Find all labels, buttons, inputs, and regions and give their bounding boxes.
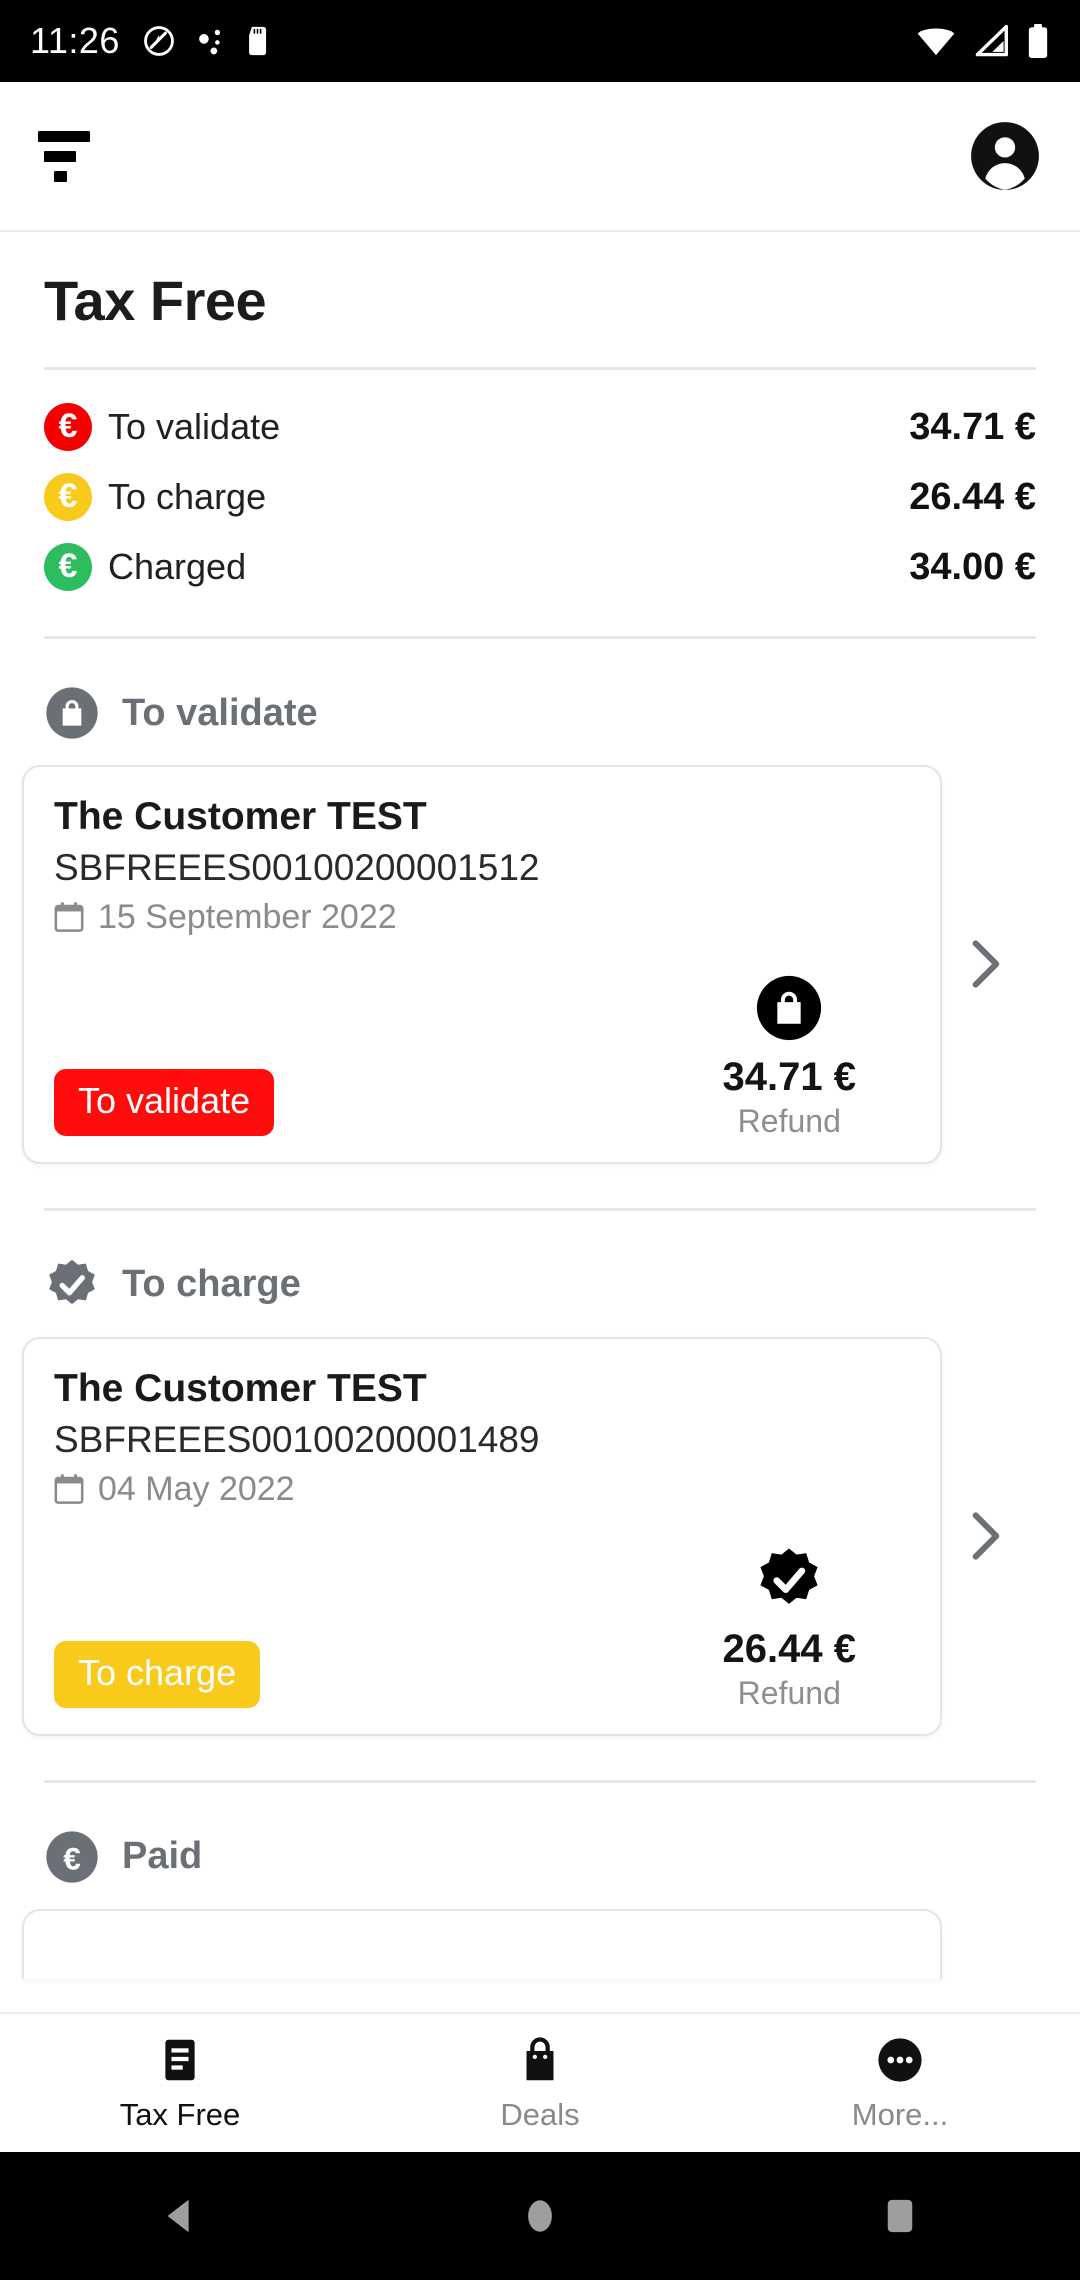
- shopping-bag-circle-icon: [46, 687, 98, 739]
- card-bottom-row: To charge 26.44 € Refund: [54, 1545, 910, 1711]
- summary-value: 34.71 €: [909, 405, 1036, 448]
- card-amount-block: 26.44 € Refund: [723, 1545, 856, 1712]
- android-navigation-bar: [0, 2152, 1080, 2280]
- section-header-to-validate: To validate: [0, 685, 1080, 741]
- euro-coin-icon: €: [44, 473, 92, 521]
- back-triangle-icon: [167, 2199, 189, 2233]
- summary-row-charged: € Charged 34.00 €: [44, 532, 1036, 602]
- section-header-to-charge: To charge: [0, 1257, 1080, 1313]
- recents-square-icon: [887, 2199, 913, 2233]
- cellular-signal-icon: [975, 24, 1008, 57]
- summary-row-to-charge: € To charge 26.44 €: [44, 462, 1036, 532]
- card-amount-value: 26.44 €: [722, 1626, 856, 1671]
- summary-list: € To validate 34.71 € € To charge 26.44 …: [0, 370, 1080, 602]
- section-title: Paid: [122, 1835, 203, 1878]
- nav-item-deals[interactable]: Deals: [360, 2033, 720, 2133]
- nav-label: Tax Free: [119, 2097, 241, 2132]
- account-circle-icon[interactable]: [968, 119, 1042, 193]
- wifi-icon: [917, 28, 955, 56]
- card-customer-name: The Customer TEST: [54, 795, 427, 838]
- android-back-button[interactable]: [0, 2193, 360, 2239]
- status-bar: 11:26: [0, 0, 1080, 82]
- summary-value: 34.00 €: [909, 545, 1036, 588]
- card-amount-caption: Refund: [737, 1674, 841, 1711]
- tax-free-card[interactable]: The Customer TEST SBFREEES00100200001489…: [22, 1336, 942, 1736]
- more-dots-icon: [878, 2038, 922, 2082]
- summary-row-to-validate: € To validate 34.71 €: [44, 392, 1036, 462]
- app-bar: [0, 82, 1080, 232]
- shopping-bag-circle-icon: [757, 975, 822, 1040]
- chevron-right-icon[interactable]: [942, 1506, 1028, 1566]
- euro-circle-icon: €: [46, 1831, 98, 1883]
- android-home-button[interactable]: [360, 2193, 720, 2239]
- filter-menu-icon[interactable]: [38, 130, 94, 182]
- status-badge: To validate: [54, 1068, 275, 1136]
- summary-label: To charge: [108, 476, 267, 517]
- tax-free-list-icon: [165, 2039, 195, 2081]
- to-charge-section-divider: [44, 1779, 1036, 1783]
- filter-bar-1: [38, 130, 90, 142]
- filter-bar-2: [44, 150, 76, 162]
- card-amount-caption: Refund: [737, 1102, 841, 1139]
- card-amount-block: 34.71 € Refund: [723, 973, 856, 1140]
- calendar-icon: [54, 902, 84, 933]
- nav-label: More...: [851, 2097, 949, 2132]
- section-title: To charge: [122, 1263, 301, 1306]
- card-reference-code: SBFREEES00100200001489: [54, 1418, 540, 1460]
- filter-bar-3: [54, 170, 67, 182]
- chevron-right-glyph: [972, 940, 1000, 989]
- card-date-row: 04 May 2022: [54, 1470, 910, 1509]
- card-row-to-charge[interactable]: The Customer TEST SBFREEES00100200001489…: [0, 1336, 1080, 1736]
- nav-item-more[interactable]: More...: [720, 2033, 1080, 2133]
- bottom-navigation: Tax Free Deals More...: [0, 2012, 1080, 2152]
- card-date-row: 15 September 2022: [54, 898, 910, 937]
- euro-coin-icon: €: [44, 403, 92, 451]
- status-time: 11:26: [30, 20, 120, 61]
- summary-value: 26.44 €: [909, 475, 1036, 518]
- tax-free-card[interactable]: The Customer TEST SBFREEES00100200001512…: [22, 765, 942, 1164]
- card-customer-name: The Customer TEST: [54, 1366, 427, 1410]
- status-bar-left: 11:26: [30, 23, 272, 59]
- to-validate-section-divider: [44, 1207, 1036, 1211]
- bluetooth-dots-icon: [199, 29, 220, 55]
- summary-label: Charged: [108, 546, 247, 587]
- card-date: 15 September 2022: [98, 897, 397, 936]
- phone-screen: 11:26 Tax Free € To validate 34.71 € € T…: [0, 0, 1080, 2280]
- verified-check-icon: [49, 1259, 95, 1304]
- calendar-icon: [54, 1474, 84, 1505]
- battery-icon: [1028, 23, 1048, 59]
- sd-card-icon: [249, 26, 267, 56]
- verified-check-icon: [760, 1548, 818, 1604]
- home-circle-icon: [528, 2200, 552, 2232]
- summary-divider: [44, 636, 1036, 639]
- svg-text:€: €: [63, 1840, 81, 1876]
- shopping-bag-icon: [526, 2037, 554, 2081]
- section-header-paid: € Paid: [0, 1829, 1080, 1885]
- card-date: 04 May 2022: [98, 1469, 295, 1508]
- card-amount-value: 34.71 €: [722, 1054, 856, 1099]
- chevron-right-glyph: [972, 1512, 1000, 1560]
- status-bar-right: [916, 23, 1050, 59]
- content-scroll-area[interactable]: Tax Free € To validate 34.71 € € To char…: [0, 232, 1080, 2012]
- summary-label: To validate: [108, 406, 281, 447]
- nav-item-tax-free[interactable]: Tax Free: [0, 2033, 360, 2133]
- do-not-disturb-icon: [144, 26, 174, 56]
- tax-free-card-partial[interactable]: [22, 1908, 942, 1979]
- android-recents-button[interactable]: [720, 2193, 1080, 2239]
- nav-label: Deals: [500, 2097, 580, 2132]
- status-badge: To charge: [54, 1640, 261, 1708]
- chevron-right-icon[interactable]: [942, 934, 1028, 994]
- euro-coin-icon: €: [44, 543, 92, 591]
- card-reference-code: SBFREEES00100200001512: [54, 846, 540, 888]
- card-bottom-row: To validate 34.71 € Refund: [54, 973, 910, 1139]
- section-title: To validate: [122, 691, 318, 734]
- card-row-to-validate[interactable]: The Customer TEST SBFREEES00100200001512…: [0, 765, 1080, 1164]
- page-title: Tax Free: [44, 269, 267, 332]
